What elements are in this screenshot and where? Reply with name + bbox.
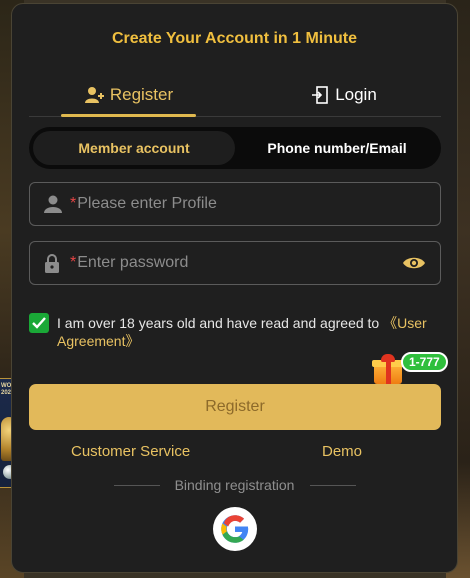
- binding-registration-label: Binding registration: [174, 477, 295, 493]
- tab-login[interactable]: Login: [289, 74, 399, 116]
- agreement-statement: I am over 18 years old and have read and…: [57, 315, 384, 331]
- password-placeholder-text: Enter password: [77, 254, 189, 271]
- member-account-option[interactable]: Member account: [33, 131, 235, 165]
- tab-login-label: Login: [335, 85, 377, 104]
- profile-placeholder-text: Please enter Profile: [77, 195, 217, 212]
- active-tab-indicator: [61, 114, 196, 117]
- register-panel: Create Your Account in 1 Minute Register…: [11, 3, 458, 573]
- divider-right: [310, 485, 356, 486]
- google-login-button[interactable]: [213, 507, 257, 551]
- eye-icon[interactable]: [402, 255, 426, 271]
- add-user-icon: [84, 87, 104, 103]
- password-input[interactable]: *Enter password: [29, 241, 441, 285]
- register-button[interactable]: Register: [29, 384, 441, 430]
- user-icon: [44, 195, 62, 213]
- tab-register-label: Register: [109, 85, 174, 104]
- agreement-text: I am over 18 years old and have read and…: [57, 314, 441, 350]
- promo-badge[interactable]: 1-777: [401, 352, 448, 372]
- auth-tabs: Register Login: [29, 74, 441, 117]
- page-title: Create Your Account in 1 Minute: [111, 30, 358, 47]
- tab-register[interactable]: Register: [61, 74, 196, 117]
- customer-service-link[interactable]: Customer Service: [71, 443, 190, 460]
- google-icon: [221, 515, 249, 543]
- phone-email-option[interactable]: Phone number/Email: [237, 131, 437, 165]
- required-mark: *: [70, 254, 77, 271]
- required-mark: *: [70, 195, 77, 212]
- demo-link[interactable]: Demo: [322, 443, 362, 460]
- profile-placeholder: *Please enter Profile: [70, 195, 217, 213]
- profile-input[interactable]: *Please enter Profile: [29, 182, 441, 226]
- lock-icon: [45, 254, 59, 273]
- password-placeholder: *Enter password: [70, 254, 188, 272]
- agreement-checkbox[interactable]: [29, 313, 49, 333]
- login-door-icon: [312, 86, 328, 104]
- check-icon: [32, 317, 46, 329]
- account-type-switch: Member account Phone number/Email: [29, 127, 441, 169]
